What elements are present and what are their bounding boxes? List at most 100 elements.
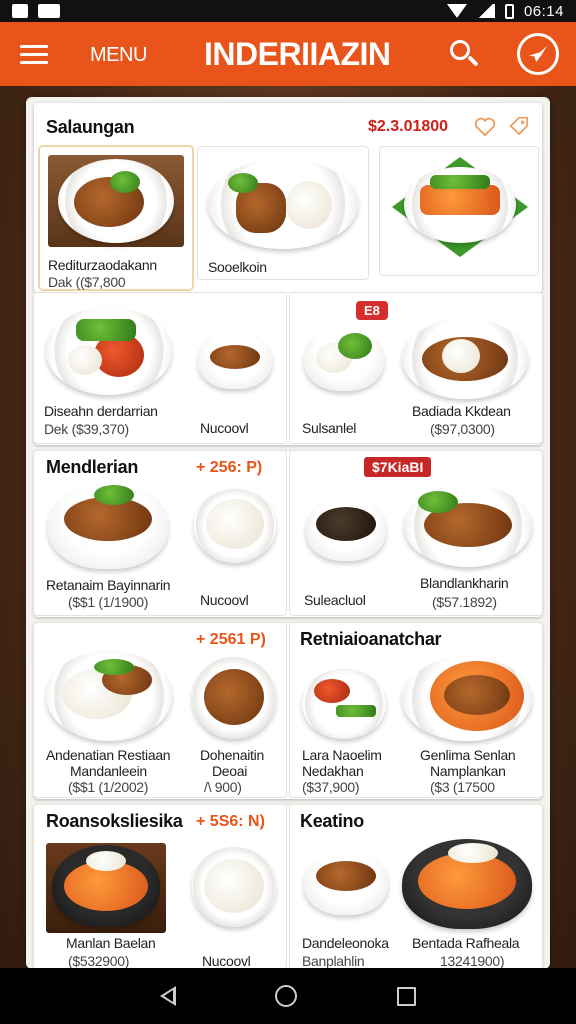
dish-food (420, 185, 500, 215)
recents-icon[interactable] (397, 986, 417, 1006)
section-price: + 5S6: N) (196, 813, 265, 830)
dish-pair-tile[interactable]: Roansoksliesika + 5S6: N) Manlan Baelan … (34, 805, 286, 969)
dish-name-line2: Deoai (212, 763, 248, 779)
dish-name: Blandlankharin (420, 575, 509, 591)
dish-name: Suleacluol (304, 592, 366, 608)
section-price: + 2561 P) (196, 631, 266, 648)
dish-name: Badiada Kkdean (412, 403, 511, 419)
app-bar: MENU INDERIIAZIN (0, 22, 576, 86)
dish-name: Genlima Senlan (420, 747, 516, 763)
tag-icon[interactable] (508, 115, 530, 135)
app-title: INDERIIAZIN (204, 36, 391, 72)
wifi-icon (446, 4, 467, 18)
dish-garnish (94, 485, 134, 505)
section-title: Keatino (300, 811, 364, 831)
dish-garnish (448, 843, 498, 863)
dish-pair-tile[interactable]: Diseahn derdarrian Dek ($39,370) Nucoovl (34, 293, 286, 443)
section-price: + 256: P) (196, 459, 263, 476)
menu-card: Salaungan $2.3.01800 Rediturzaodakann Da… (26, 97, 550, 969)
dish-name: Diseahn derdarrian (44, 403, 158, 419)
dish-food (204, 669, 264, 725)
status-time: 06:14 (523, 2, 564, 20)
section-mendlerian: Mendlerian + 256: P) Retanaim Bayinnarin… (34, 451, 542, 617)
dish-rice (442, 339, 480, 373)
section-roansoksliesika: Roansoksliesika + 5S6: N) Manlan Baelan … (34, 805, 542, 969)
dish-garnish (338, 333, 372, 359)
dish-pair-tile[interactable]: Keatino Dandeleonoka Banplahlin Bentada … (290, 805, 542, 969)
status-right: 06:14 (446, 2, 564, 20)
dish-pair-tile[interactable]: E8 Sulsanlel Badiada Kkdean ($97,0300) (290, 293, 542, 443)
dish-name: Rediturzaodakann (48, 257, 157, 273)
badge: E8 (356, 301, 388, 320)
dish-garnish (76, 319, 136, 341)
dish-name: Sulsanlel (302, 420, 357, 436)
bird-logo-icon[interactable] (517, 33, 559, 75)
dish-rice (68, 345, 102, 375)
dish-price: ($532900) (68, 953, 130, 969)
section-retniaioanatchar: + 2561 P) Andenatian Restiaan Mandanleei… (34, 623, 542, 799)
section-title: Retniaioanatchar (300, 629, 442, 649)
dish-price: /\ 900) (204, 779, 242, 795)
search-icon[interactable] (448, 38, 480, 70)
dish-price: ($$1 (1/1900) (68, 594, 149, 610)
dish-garnish (418, 491, 458, 513)
dish-garnish (110, 171, 140, 193)
dish-food (316, 507, 376, 541)
notification-icon (12, 4, 28, 18)
dish-price: ($3 (17500 (430, 779, 495, 795)
dish-rice (204, 859, 264, 913)
dish-price: ($57.1892) (432, 594, 497, 610)
signal-icon (476, 4, 495, 18)
dish-price: ($$1 (1/2002) (68, 779, 149, 795)
section-title: Roansoksliesika (46, 811, 183, 831)
image-notification-icon (38, 4, 60, 18)
battery-icon (504, 3, 514, 19)
dish-pair-tile[interactable]: Retniaioanatchar Lara Naoelim Nedakhan (… (290, 623, 542, 797)
dish-name: Sooelkoin (208, 259, 267, 275)
dish-name: Nucoovl (200, 592, 249, 608)
dish-garnish (336, 705, 376, 717)
dish-name: Dohenaitin (200, 747, 264, 763)
dish-name: Manlan Baelan (66, 935, 156, 951)
dish-price: ($97,0300) (430, 421, 495, 437)
dish-pair-tile[interactable]: Mendlerian + 256: P) Retanaim Bayinnarin… (34, 451, 286, 615)
dish-garnish (430, 175, 490, 189)
dish-rice (286, 181, 332, 229)
menu-label[interactable]: MENU (90, 44, 147, 67)
section-row-2: Diseahn derdarrian Dek ($39,370) Nucoovl… (34, 293, 542, 445)
section-title: Mendlerian (46, 457, 139, 477)
dish-garnish (86, 851, 126, 871)
dish-tile[interactable]: Rediturzaodakann Dak (($7,800 (40, 147, 192, 290)
badge: $7KiaBI (364, 457, 432, 477)
dish-name: Andenatian Restiaan (46, 747, 171, 763)
hamburger-menu-icon[interactable] (20, 45, 48, 64)
dish-tile[interactable] (380, 147, 538, 275)
section-salaungan: Salaungan $2.3.01800 Rediturzaodakann Da… (34, 103, 542, 293)
dish-price: Dak (($7,800 (48, 274, 126, 290)
section-title: Salaungan (46, 117, 135, 137)
back-icon[interactable] (159, 986, 176, 1006)
dish-pair-tile[interactable]: $7KiaBI Suleacluol Blandlankharin ($57.1… (290, 451, 542, 615)
status-left (12, 4, 60, 18)
dish-name-line2: Mandanleein (70, 763, 147, 779)
dish-price: Dek ($39,370) (44, 421, 129, 437)
dish-name: Retanaim Bayinnarin (46, 577, 171, 593)
status-bar: 06:14 (0, 0, 576, 22)
dish-name: Bentada Rafheala (412, 935, 520, 951)
dish-rice (206, 499, 264, 549)
home-icon[interactable] (275, 985, 298, 1007)
dish-pair-tile[interactable]: + 2561 P) Andenatian Restiaan Mandanleei… (34, 623, 286, 797)
dish-food (210, 345, 260, 369)
heart-icon[interactable] (474, 117, 496, 137)
dish-name: Dandeleonoka (302, 935, 389, 951)
dish-sauce (314, 679, 350, 703)
dish-plate (302, 669, 386, 739)
dish-noodles (444, 675, 510, 715)
dish-tile[interactable]: Sooelkoin (198, 147, 368, 279)
dish-name-line2: Namplankan (430, 763, 506, 779)
dish-price: Banplahlin (302, 953, 365, 969)
dish-name: Lara Naoelim (302, 747, 382, 763)
dish-food (316, 861, 376, 891)
dish-name: Nucoovl (202, 953, 251, 969)
dish-garnish (94, 659, 134, 675)
